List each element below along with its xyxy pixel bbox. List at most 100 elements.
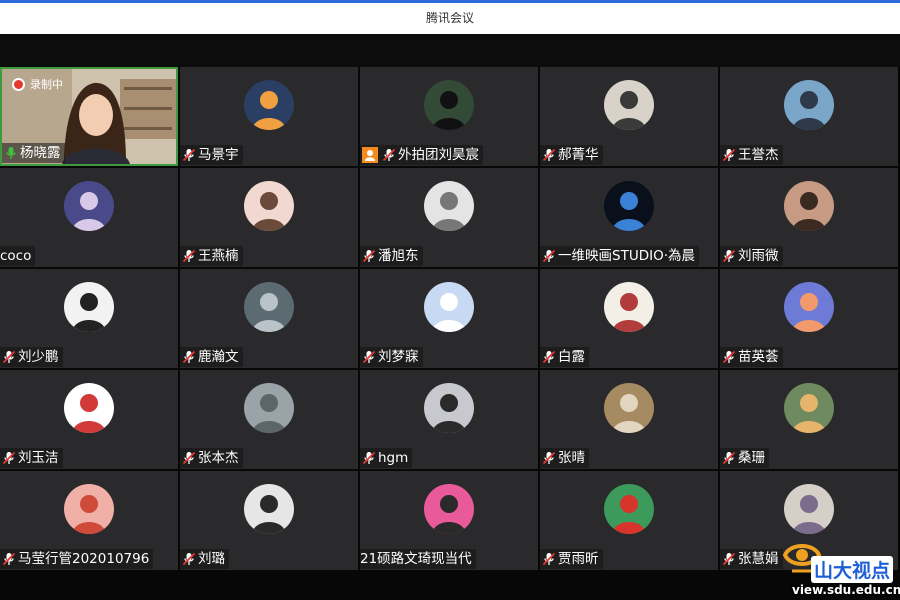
participant-name-row: 苗英荟 <box>720 347 783 367</box>
participant-name: 鹿瀚文 <box>198 349 239 365</box>
participant-tile[interactable]: 一维映画STUDIO·為晨 <box>540 168 718 267</box>
participant-name-row: 刘玉洁 <box>0 448 63 468</box>
video-area: 录制中 杨晓露 马景宇 外拍团刘昊宸 郝菁华 王誉杰 coco 王燕楠 潘旭东 一维映画STUDI… <box>0 34 900 600</box>
participant-avatar <box>784 484 834 534</box>
participant-name: 刘雨微 <box>738 248 779 264</box>
participant-name: 王燕楠 <box>198 248 239 264</box>
participant-avatar <box>64 181 114 231</box>
microphone-muted-icon <box>382 148 396 162</box>
participant-name-row: 郝菁华 <box>540 145 603 165</box>
participant-avatar <box>424 484 474 534</box>
participant-name-row: 贾雨昕 <box>540 549 603 569</box>
participant-name: 21硕路文琦现当代 <box>360 551 472 567</box>
participant-tile[interactable]: 马莹行管202010796 <box>0 471 178 570</box>
participant-name-row: hgm <box>360 448 413 468</box>
participant-tile[interactable]: 白露 <box>540 269 718 368</box>
microphone-muted-icon <box>722 350 736 364</box>
participant-tile[interactable]: 刘梦寐 <box>360 269 538 368</box>
participant-name-row: 刘梦寐 <box>360 347 423 367</box>
participant-name: 潘旭东 <box>378 248 419 264</box>
participant-name: 刘梦寐 <box>378 349 419 365</box>
participant-grid: 录制中 杨晓露 马景宇 外拍团刘昊宸 郝菁华 王誉杰 coco 王燕楠 潘旭东 一维映画STUDI… <box>0 67 900 600</box>
participant-name: 外拍团刘昊宸 <box>398 147 479 163</box>
watermark-logo-text: 山大视点 <box>811 556 894 583</box>
participant-tile[interactable]: 王誉杰 <box>720 67 898 166</box>
participant-avatar <box>784 282 834 332</box>
window-title: 腾讯会议 <box>425 11 474 25</box>
microphone-muted-icon <box>722 148 736 162</box>
microphone-muted-icon <box>722 249 736 263</box>
participant-tile[interactable]: 刘玉洁 <box>0 370 178 469</box>
participant-avatar <box>64 484 114 534</box>
participant-name: coco <box>0 248 32 264</box>
participant-name-row: 王燕楠 <box>180 246 243 266</box>
participant-name-row: 马莹行管202010796 <box>0 549 154 569</box>
microphone-icon <box>4 146 18 160</box>
participant-name: 马莹行管202010796 <box>18 551 150 567</box>
participant-tile[interactable]: 贾雨昕 <box>540 471 718 570</box>
participant-avatar <box>244 484 294 534</box>
participant-tile[interactable]: 21硕路文琦现当代 <box>360 471 538 570</box>
participant-avatar <box>244 80 294 130</box>
participant-tile[interactable]: 马景宇 <box>180 67 358 166</box>
participant-tile[interactable]: 鹿瀚文 <box>180 269 358 368</box>
participant-name-row: 21硕路文琦现当代 <box>360 549 476 569</box>
participant-tile[interactable]: 刘雨微 <box>720 168 898 267</box>
participant-name-row: 刘雨微 <box>720 246 783 266</box>
participant-avatar <box>244 282 294 332</box>
participant-name-row: 潘旭东 <box>360 246 423 266</box>
microphone-muted-icon <box>182 451 196 465</box>
microphone-muted-icon <box>2 350 16 364</box>
participant-tile[interactable]: 录制中 杨晓露 <box>0 67 178 166</box>
participant-name: 苗英荟 <box>738 349 779 365</box>
participant-tile[interactable]: 外拍团刘昊宸 <box>360 67 538 166</box>
participant-name: 刘玉洁 <box>18 450 59 466</box>
participant-name-row: 刘璐 <box>180 549 229 569</box>
host-icon <box>362 147 378 163</box>
participant-avatar <box>604 282 654 332</box>
microphone-muted-icon <box>2 552 16 566</box>
participant-name: 贾雨昕 <box>558 551 599 567</box>
participant-tile[interactable]: 刘璐 <box>180 471 358 570</box>
participant-avatar <box>244 181 294 231</box>
top-strip <box>0 34 900 67</box>
participant-avatar <box>604 383 654 433</box>
participant-name: 王誉杰 <box>738 147 779 163</box>
participant-name-row: 外拍团刘昊宸 <box>360 145 483 165</box>
title-bar-accent-line <box>0 0 900 3</box>
title-bar: 腾讯会议 <box>0 0 900 34</box>
participant-tile[interactable]: 张晴 <box>540 370 718 469</box>
participant-tile[interactable]: hgm <box>360 370 538 469</box>
microphone-muted-icon <box>182 249 196 263</box>
participant-name: 桑珊 <box>738 450 765 466</box>
participant-name-row: 刘少鹏 <box>0 347 63 367</box>
participant-tile[interactable]: 潘旭东 <box>360 168 538 267</box>
microphone-muted-icon <box>542 148 556 162</box>
participant-avatar <box>424 383 474 433</box>
participant-tile[interactable]: 苗英荟 <box>720 269 898 368</box>
participant-name-row: 马景宇 <box>180 145 243 165</box>
participant-tile[interactable]: 张本杰 <box>180 370 358 469</box>
participant-name-row: 白露 <box>540 347 589 367</box>
participant-tile[interactable]: 刘少鹏 <box>0 269 178 368</box>
participant-tile[interactable]: 桑珊 <box>720 370 898 469</box>
participant-name: 刘少鹏 <box>18 349 59 365</box>
participant-name: 张慧娟 <box>738 551 779 567</box>
microphone-muted-icon <box>542 552 556 566</box>
microphone-muted-icon <box>2 451 16 465</box>
participant-name-row: 王誉杰 <box>720 145 783 165</box>
participant-tile[interactable]: coco <box>0 168 178 267</box>
participant-avatar <box>64 383 114 433</box>
participant-name: 杨晓露 <box>20 145 61 161</box>
participant-tile[interactable]: 郝菁华 <box>540 67 718 166</box>
participant-avatar <box>784 181 834 231</box>
participant-tile[interactable]: 王燕楠 <box>180 168 358 267</box>
record-dot-icon <box>12 77 25 91</box>
participant-name: 白露 <box>558 349 585 365</box>
participant-avatar <box>424 80 474 130</box>
microphone-muted-icon <box>542 249 556 263</box>
microphone-muted-icon <box>362 249 376 263</box>
microphone-muted-icon <box>182 148 196 162</box>
participant-name-row: 张慧娟 <box>720 549 783 569</box>
watermark-url: view.sdu.edu.cn <box>792 583 900 597</box>
